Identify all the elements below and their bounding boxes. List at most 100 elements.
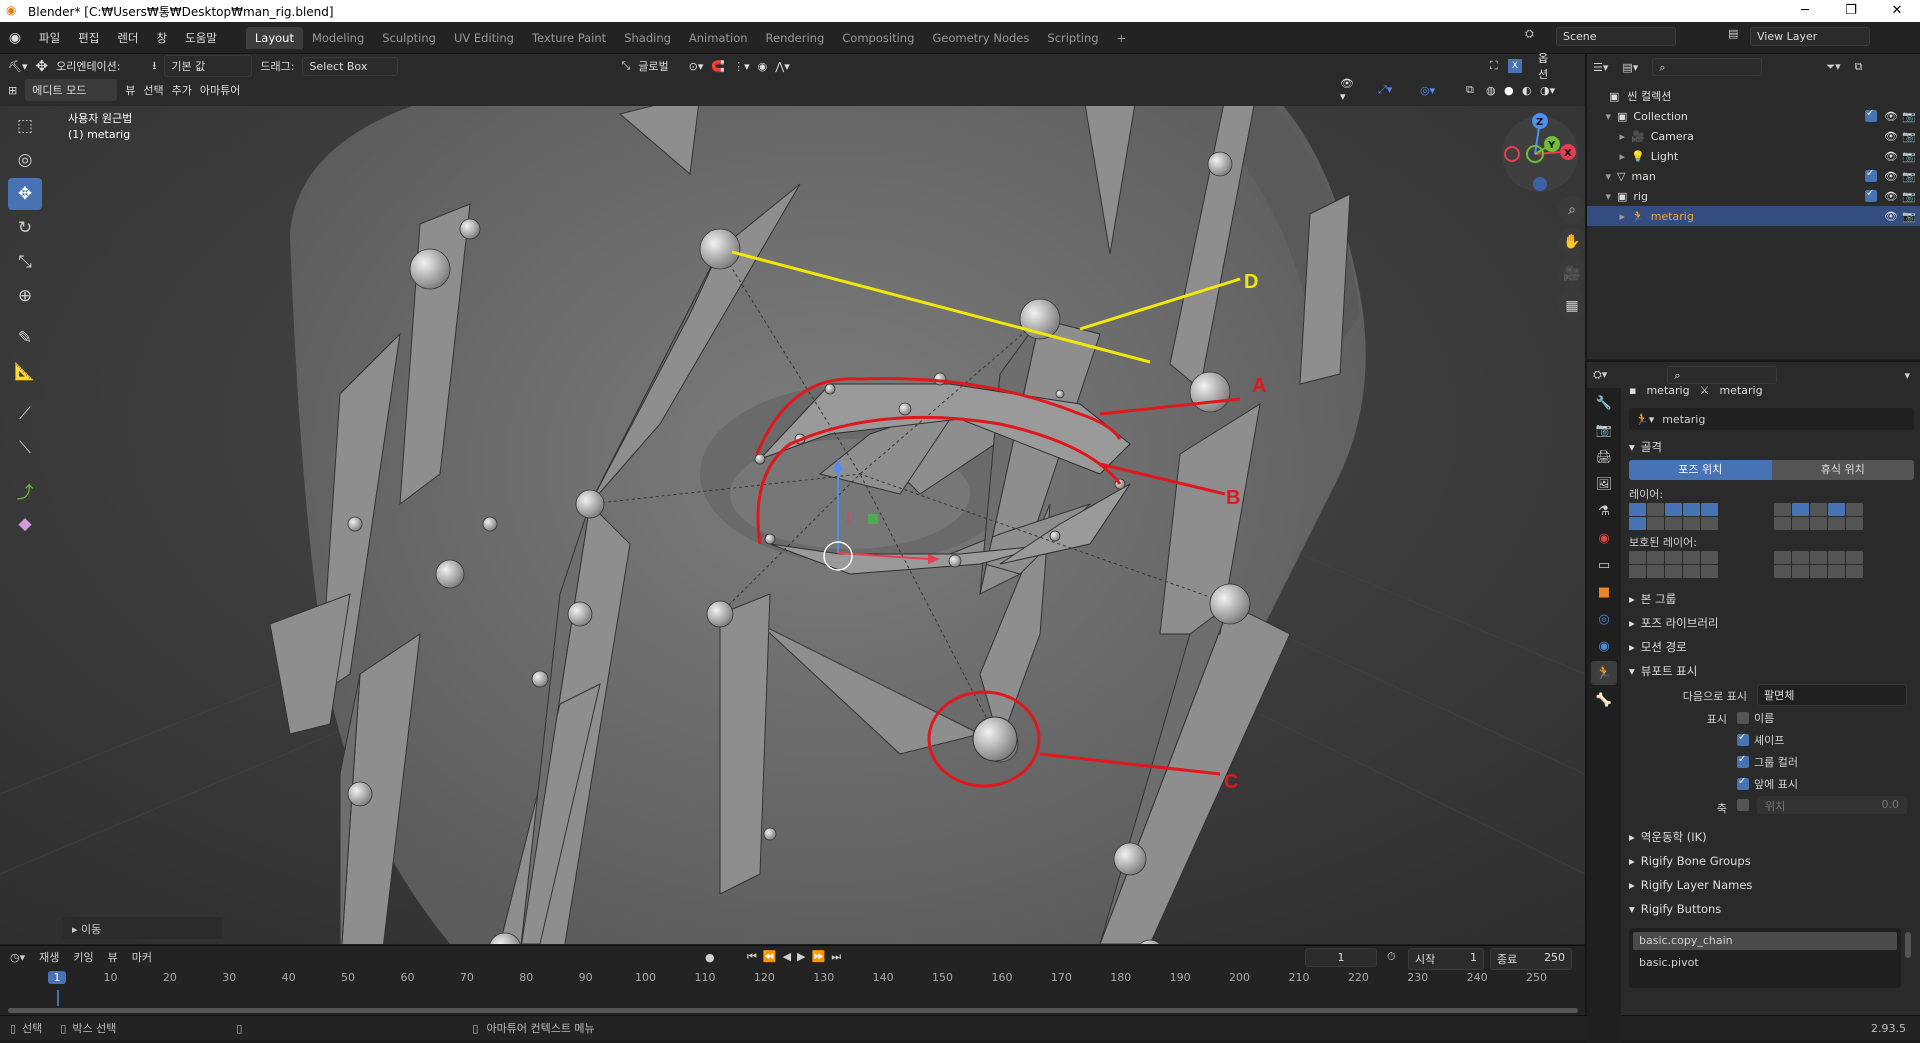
list-item[interactable]: basic.pivot [1633, 954, 1897, 972]
tab-geometry-nodes[interactable]: Geometry Nodes [923, 27, 1038, 49]
orientation-dropdown[interactable]: 기본 값 [164, 55, 253, 77]
render-camera-icon[interactable]: 📷 [1902, 170, 1916, 183]
outliner-editor-icon[interactable]: ☰▾ [1593, 61, 1608, 74]
ik-panel-header[interactable]: ▸ 역운동학 (IK) [1629, 826, 1914, 848]
tab-rendering[interactable]: Rendering [757, 27, 834, 49]
3d-viewport[interactable]: A B C D Z Y X 사용자 원근법 (1) metarig ⌕ ✋ 🎥 … [0, 74, 1585, 944]
render-camera-icon[interactable]: 📷 [1902, 190, 1916, 203]
visibility-icon[interactable]: 👁▾ [1340, 77, 1354, 103]
constraints-tab-icon[interactable]: ◎ [1591, 607, 1617, 631]
display-mode-icon[interactable]: ▤▾ [1622, 61, 1638, 74]
menu-help[interactable]: 도움말 [176, 30, 226, 46]
frame-ruler[interactable]: 1 10 20 30 40 50 60 70 80 90 100 110 120 130 140 150 160… [0, 968, 1585, 990]
render-tab-icon[interactable]: 📷 [1591, 418, 1617, 442]
list-scrollbar[interactable] [1905, 932, 1911, 958]
shading-wire-icon[interactable]: ◍ [1486, 84, 1496, 97]
view-layer-tab-icon[interactable]: 🖼 [1591, 472, 1617, 496]
tab-texture-paint[interactable]: Texture Paint [523, 27, 615, 49]
pan-hand-icon[interactable]: ✋ [1558, 228, 1585, 256]
motion-paths-panel-header[interactable]: ▸ 모션 경로 [1629, 636, 1914, 658]
menu-view[interactable]: 뷰 [125, 82, 135, 98]
timeline-menu-playback[interactable]: 재생 [39, 949, 59, 965]
scale-tool-icon[interactable]: ⤡ [8, 246, 42, 278]
cursor-tool-icon[interactable]: ◎ [8, 144, 42, 176]
bone-tab-icon[interactable]: 🦴 [1591, 688, 1617, 712]
rotate-tool-icon[interactable]: ↻ [8, 212, 42, 244]
editor-type-icon[interactable]: ⛏▾ [8, 60, 28, 73]
extrude-tool-icon[interactable]: ⤴ [8, 474, 42, 506]
last-operator-panel[interactable]: ▸ 이동 [62, 917, 222, 939]
blender-menu-icon[interactable]: ◉ [0, 30, 30, 46]
properties-editor-icon[interactable]: ⛭▾ [1593, 368, 1607, 382]
visibility-eye-icon[interactable]: 👁 [1884, 130, 1898, 143]
mode-dropdown[interactable]: 에디트 모드 [25, 79, 118, 101]
pose-position-button[interactable]: 포즈 위치 [1629, 460, 1772, 480]
rigify-buttons-panel-header[interactable]: ▾ Rigify Buttons [1629, 898, 1914, 920]
tab-scripting[interactable]: Scripting [1038, 27, 1107, 49]
visibility-eye-icon[interactable]: 👁 [1884, 150, 1898, 163]
outliner-row-scene-collection[interactable]: ▣ 씬 컬렉션 [1587, 86, 1920, 106]
start-frame-field[interactable]: 시작 1 [1408, 948, 1484, 970]
render-camera-icon[interactable]: 📷 [1902, 210, 1916, 223]
show-in-front-checkbox[interactable]: 앞에 표시 [1737, 776, 1798, 792]
xray-icon[interactable]: ⛶ [1490, 59, 1498, 73]
object-tab-icon[interactable]: ■ [1591, 580, 1617, 604]
menu-window[interactable]: 창 [148, 30, 177, 46]
axes-checkbox[interactable] [1737, 799, 1749, 814]
maximize-button[interactable]: ❐ [1828, 0, 1874, 22]
visibility-eye-icon[interactable]: 👁 [1884, 190, 1898, 203]
exclude-checkbox[interactable] [1865, 168, 1877, 182]
armature-data-tab-icon[interactable]: 🏃 [1591, 661, 1617, 685]
expand-arrow-icon[interactable]: ▸ [1587, 130, 1625, 143]
timeline-menu-marker[interactable]: 마커 [132, 949, 152, 965]
add-workspace-icon[interactable]: + [1108, 27, 1136, 49]
show-group-colors-checkbox[interactable]: 그룹 컬러 [1737, 754, 1798, 770]
outliner-row-man[interactable]: ▾ ▽ man 👁 📷 [1587, 166, 1920, 186]
outliner-row-rig[interactable]: ▾ ▣ rig 👁 📷 [1587, 186, 1920, 206]
snap-icon[interactable]: 🧲 [711, 60, 725, 73]
zoom-icon[interactable]: ⌕ [1558, 196, 1585, 224]
outliner-row-metarig[interactable]: ▸ 🏃 metarig 👁 📷 [1587, 206, 1920, 226]
data-block-selector[interactable]: 🏃▾ metarig [1629, 408, 1914, 430]
pose-library-panel-header[interactable]: ▸ 포즈 라이브러리 [1629, 612, 1914, 634]
filter-icon[interactable]: ⏷▾ [1826, 60, 1840, 74]
menu-render[interactable]: 렌더 [108, 30, 147, 46]
bone-groups-panel-header[interactable]: ▸ 본 그룹 [1629, 588, 1914, 610]
render-camera-icon[interactable]: 📷 [1902, 110, 1916, 123]
outliner-row-collection[interactable]: ▾ ▣ Collection 👁 📷 [1587, 106, 1920, 126]
record-icon[interactable]: ● [705, 951, 715, 964]
camera-view-icon[interactable]: 🎥 [1558, 260, 1585, 288]
scene-icon[interactable]: ⛭ [1525, 27, 1534, 41]
transform-orientation-dropdown[interactable]: 글로벌 [638, 58, 668, 74]
output-tab-icon[interactable]: 🖨 [1591, 445, 1617, 469]
visibility-eye-icon[interactable]: 👁 [1884, 110, 1898, 123]
shading-rendered-icon[interactable]: ◑▾ [1540, 84, 1555, 97]
select-box-tool-icon[interactable]: ⬚ [8, 110, 42, 142]
pivot-point-icon[interactable]: ⊙▾ [689, 60, 704, 73]
layers-grid-1[interactable] [1629, 503, 1718, 530]
tab-sculpting[interactable]: Sculpting [373, 27, 445, 49]
rigify-bone-groups-panel-header[interactable]: ▸ Rigify Bone Groups [1629, 850, 1914, 872]
collection-tab-icon[interactable]: ▭ [1591, 553, 1617, 577]
expand-arrow-icon[interactable]: ▾ [1587, 170, 1611, 183]
outliner-search[interactable]: ⌕ [1652, 58, 1763, 76]
protected-layers-grid-2[interactable] [1774, 551, 1863, 578]
end-frame-field[interactable]: 종료 250 [1490, 948, 1572, 970]
physics-tab-icon[interactable]: ◉ [1591, 634, 1617, 658]
scene-field[interactable]: Scene [1556, 27, 1676, 46]
tool-tab-icon[interactable]: 🔧 [1591, 391, 1617, 415]
protected-layers-grid-1[interactable] [1629, 551, 1718, 578]
timeline-menu-keying[interactable]: 키잉 [73, 949, 93, 965]
menu-add[interactable]: 추가 [172, 82, 192, 98]
chevron-down-icon[interactable]: ▾ [1904, 369, 1910, 382]
bone-size-tool-icon[interactable]: ⟍ [8, 432, 42, 464]
menu-edit[interactable]: 편집 [69, 30, 108, 46]
show-names-checkbox[interactable]: 이름 [1737, 710, 1774, 726]
exclude-checkbox[interactable] [1865, 188, 1877, 202]
expand-arrow-icon[interactable]: ▸ [1587, 210, 1625, 223]
render-camera-icon[interactable]: 📷 [1902, 130, 1916, 143]
display-as-dropdown[interactable]: 팔면체 [1757, 684, 1907, 706]
minimize-button[interactable]: ─ [1782, 0, 1828, 22]
menu-file[interactable]: 파일 [30, 30, 69, 46]
expand-arrow-icon[interactable]: ▸ [1587, 150, 1625, 163]
